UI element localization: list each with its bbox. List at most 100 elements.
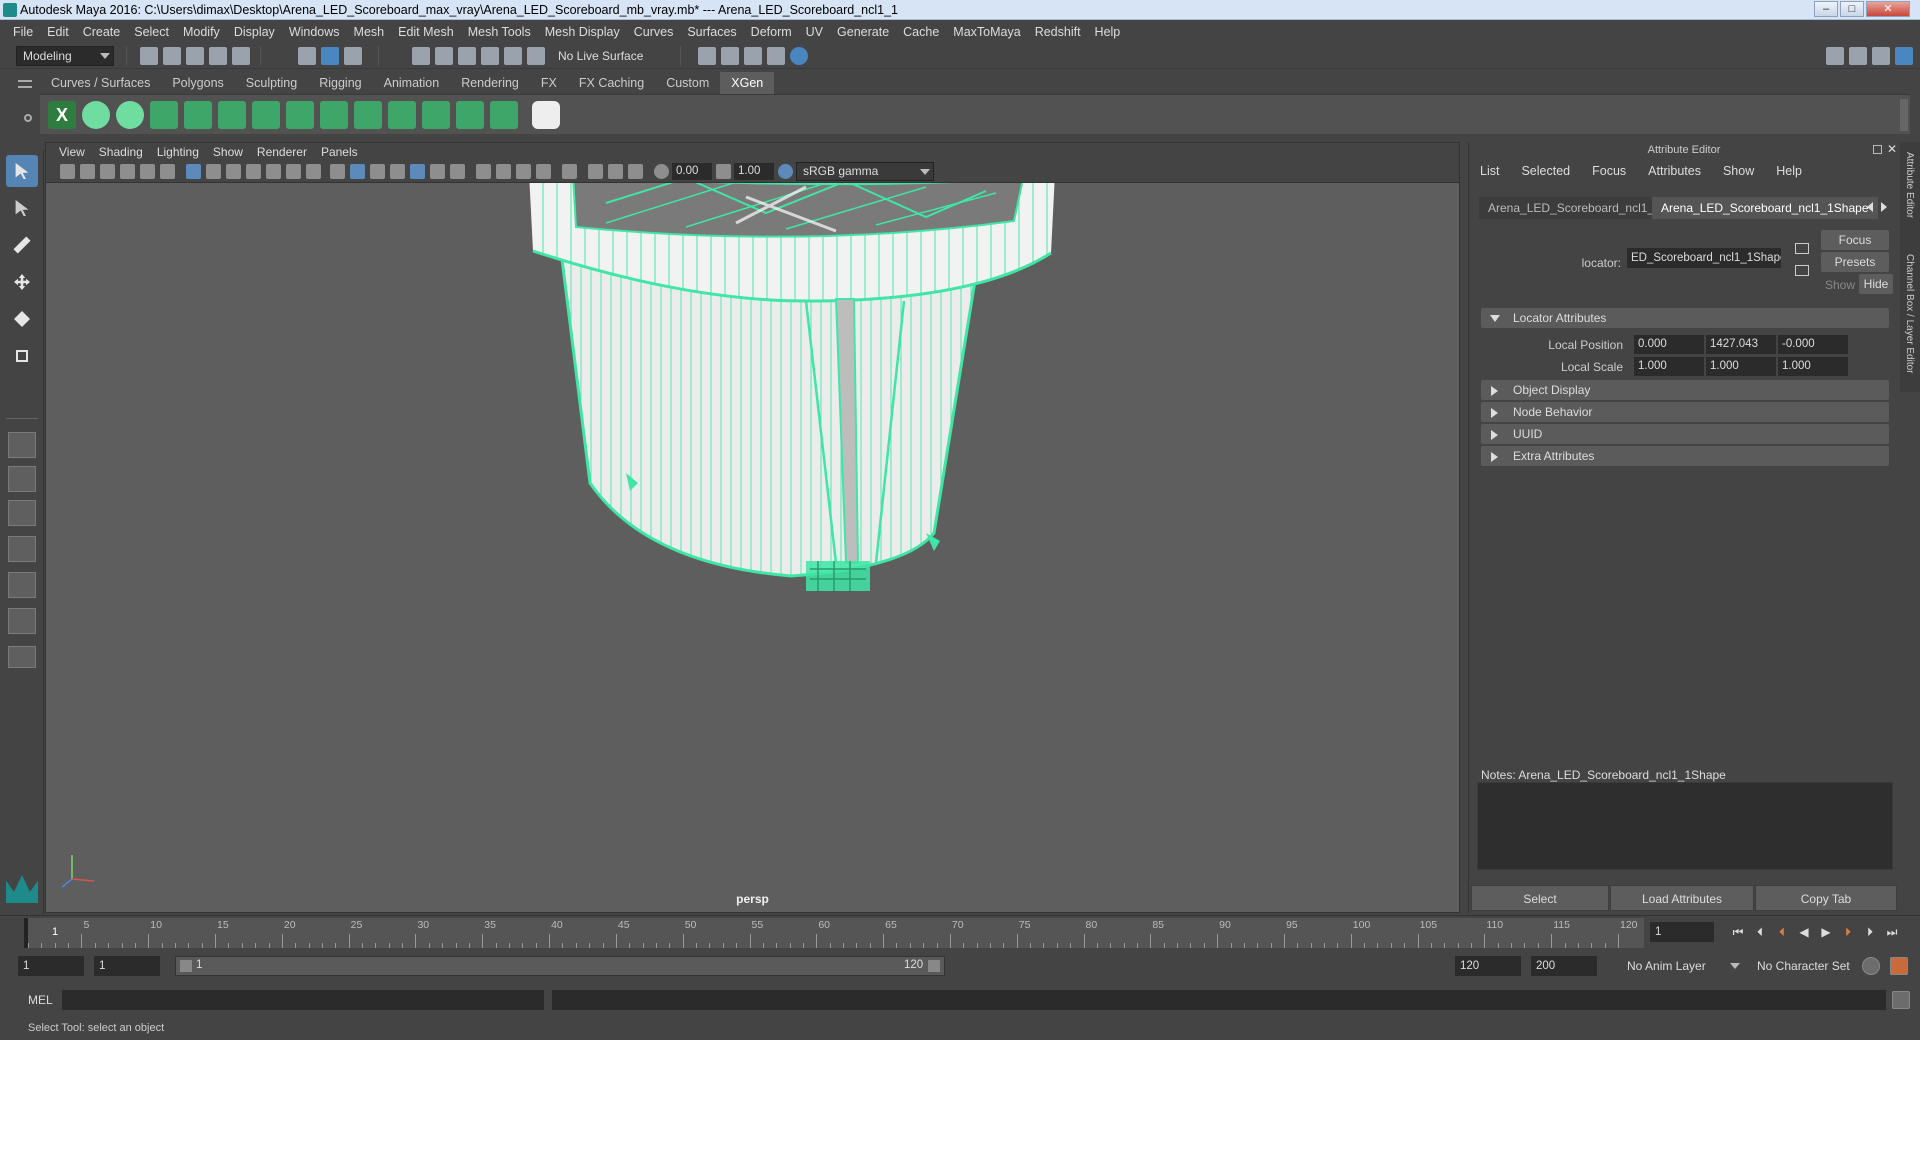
live-surface-field[interactable]: No Live Surface — [551, 46, 651, 66]
lasso-tool-icon[interactable] — [6, 192, 38, 224]
shelf-tab-animation[interactable]: Animation — [372, 72, 451, 94]
step-back-icon[interactable]: ⏴ — [1754, 926, 1766, 938]
resolution-gate-icon[interactable] — [226, 164, 241, 179]
xgen-create-description-icon[interactable] — [82, 101, 110, 129]
local-position-x-field[interactable]: 0.000 — [1634, 335, 1704, 354]
tab-transform-node[interactable]: Arena_LED_Scoreboard_ncl1_1 — [1479, 197, 1670, 219]
persp-outliner-layout-icon[interactable] — [8, 500, 36, 526]
menu-edit-mesh[interactable]: Edit Mesh — [391, 25, 461, 39]
close-button[interactable]: ✕ — [1866, 1, 1910, 17]
shelf-tab-polygons[interactable]: Polygons — [161, 72, 235, 94]
color-management-icon[interactable] — [778, 164, 793, 179]
playback-end-field[interactable]: 120 — [1455, 956, 1521, 976]
layout-options-icon[interactable] — [8, 646, 36, 668]
move-tool-icon[interactable] — [6, 266, 38, 298]
2d-pan-zoom-icon[interactable] — [140, 164, 155, 179]
menu-deform[interactable]: Deform — [744, 25, 799, 39]
field-chart-icon[interactable] — [266, 164, 281, 179]
auto-key-icon[interactable] — [1862, 957, 1880, 975]
menu-windows[interactable]: Windows — [282, 25, 347, 39]
rotate-tool-icon[interactable] — [6, 303, 38, 335]
xgen-layers-icon[interactable] — [354, 101, 382, 129]
render-frame-icon[interactable] — [721, 47, 739, 65]
tab-scroll-right-icon[interactable] — [1881, 202, 1887, 212]
wireframe-on-shaded-icon[interactable] — [370, 164, 385, 179]
minimize-button[interactable]: – — [1814, 1, 1838, 17]
render-view-icon[interactable] — [767, 47, 785, 65]
shelf-tab-curves-surfaces[interactable]: Curves / Surfaces — [40, 72, 162, 94]
hide-button[interactable]: Hide — [1859, 274, 1893, 294]
mode-selector[interactable]: Modeling — [16, 46, 114, 66]
script-editor-icon[interactable] — [1892, 991, 1910, 1009]
anim-layer-selector[interactable]: No Anim Layer — [1620, 956, 1744, 976]
local-scale-y-field[interactable]: 1.000 — [1706, 357, 1776, 376]
film-gate-icon[interactable] — [206, 164, 221, 179]
undo-icon[interactable] — [209, 47, 227, 65]
menu-edit[interactable]: Edit — [40, 25, 76, 39]
xgen-rebuild-guide-icon[interactable] — [422, 101, 450, 129]
select-component-icon[interactable] — [344, 47, 362, 65]
menu-file[interactable]: File — [6, 25, 40, 39]
command-language-label[interactable]: MEL — [28, 993, 53, 1007]
xray-components-icon[interactable] — [628, 164, 643, 179]
xgen-lock-guide-icon[interactable] — [286, 101, 314, 129]
section-extra-attributes[interactable]: Extra Attributes — [1481, 446, 1889, 466]
menu-mesh-tools[interactable]: Mesh Tools — [461, 25, 538, 39]
local-position-z-field[interactable]: -0.000 — [1778, 335, 1848, 354]
single-perspective-layout-icon[interactable] — [8, 432, 36, 458]
notes-textarea[interactable] — [1477, 782, 1893, 870]
viewport-menu-renderer[interactable]: Renderer — [250, 145, 314, 159]
menu-mesh[interactable]: Mesh — [347, 25, 392, 39]
grease-pencil-icon[interactable] — [160, 164, 175, 179]
playback-start-field[interactable]: 1 — [94, 956, 160, 976]
menu-cache[interactable]: Cache — [896, 25, 946, 39]
select-output-icon[interactable] — [1795, 265, 1809, 276]
shelf-tab-fx[interactable]: FX — [529, 72, 568, 94]
new-scene-icon[interactable] — [140, 47, 158, 65]
select-input-icon[interactable] — [1795, 243, 1809, 254]
gate-mask-icon[interactable] — [246, 164, 261, 179]
focus-button[interactable]: Focus — [1821, 230, 1889, 250]
viewport-menu-panels[interactable]: Panels — [314, 145, 365, 159]
outliner-persp-layout-icon[interactable] — [8, 608, 36, 634]
depth-of-field-icon[interactable] — [536, 164, 551, 179]
menu-maxtomaya[interactable]: MaxToMaya — [946, 25, 1027, 39]
ae-menu-help[interactable]: Help — [1765, 164, 1813, 178]
select-camera-icon[interactable] — [60, 164, 75, 179]
open-scene-icon[interactable] — [163, 47, 181, 65]
bookmark-icon[interactable] — [100, 164, 115, 179]
shelf-tab-fx-caching[interactable]: FX Caching — [567, 72, 656, 94]
shelf-menu-icon[interactable] — [18, 80, 32, 88]
local-scale-x-field[interactable]: 1.000 — [1634, 357, 1704, 376]
section-locator-attributes[interactable]: Locator Attributes — [1481, 308, 1889, 328]
wireframe-icon[interactable] — [330, 164, 345, 179]
xgen-cut-guide-icon[interactable] — [388, 101, 416, 129]
xgen-delete-guide-icon[interactable] — [490, 101, 518, 129]
snap-view-icon[interactable] — [481, 47, 499, 65]
view-transform-selector[interactable]: sRGB gamma — [796, 162, 934, 181]
character-set-selector[interactable]: No Character Set — [1750, 956, 1866, 976]
image-plane-icon[interactable] — [120, 164, 135, 179]
gamma-icon[interactable] — [716, 164, 731, 179]
select-tool-icon[interactable] — [6, 155, 38, 187]
menu-surfaces[interactable]: Surfaces — [680, 25, 743, 39]
snap-curve-icon[interactable] — [435, 47, 453, 65]
shelf-settings-icon[interactable] — [24, 114, 32, 122]
section-uuid[interactable]: UUID — [1481, 424, 1889, 444]
xray-joints-icon[interactable] — [608, 164, 623, 179]
menu-generate[interactable]: Generate — [830, 25, 896, 39]
range-end-handle[interactable] — [928, 960, 940, 972]
textured-icon[interactable] — [410, 164, 425, 179]
ae-menu-show[interactable]: Show — [1712, 164, 1765, 178]
load-attributes-button[interactable]: Load Attributes — [1610, 885, 1754, 911]
time-slider-bar[interactable]: 1 5 10 15 20 25 30 35 40 45 50 55 60 65 70 75 80 85 90 95 1… — [24, 918, 1644, 948]
xgen-sculpt-guide-icon[interactable] — [218, 101, 246, 129]
section-node-behavior[interactable]: Node Behavior — [1481, 402, 1889, 422]
workspace-icon[interactable] — [1826, 47, 1844, 65]
xgen-guide-hairs-icon[interactable] — [320, 101, 348, 129]
menu-help[interactable]: Help — [1088, 25, 1128, 39]
go-to-end-icon[interactable]: ⏭ — [1886, 926, 1898, 938]
isolate-select-icon[interactable] — [562, 164, 577, 179]
node-name-field[interactable]: ED_Scoreboard_ncl1_1Shape — [1627, 248, 1781, 268]
menu-mesh-display[interactable]: Mesh Display — [538, 25, 627, 39]
